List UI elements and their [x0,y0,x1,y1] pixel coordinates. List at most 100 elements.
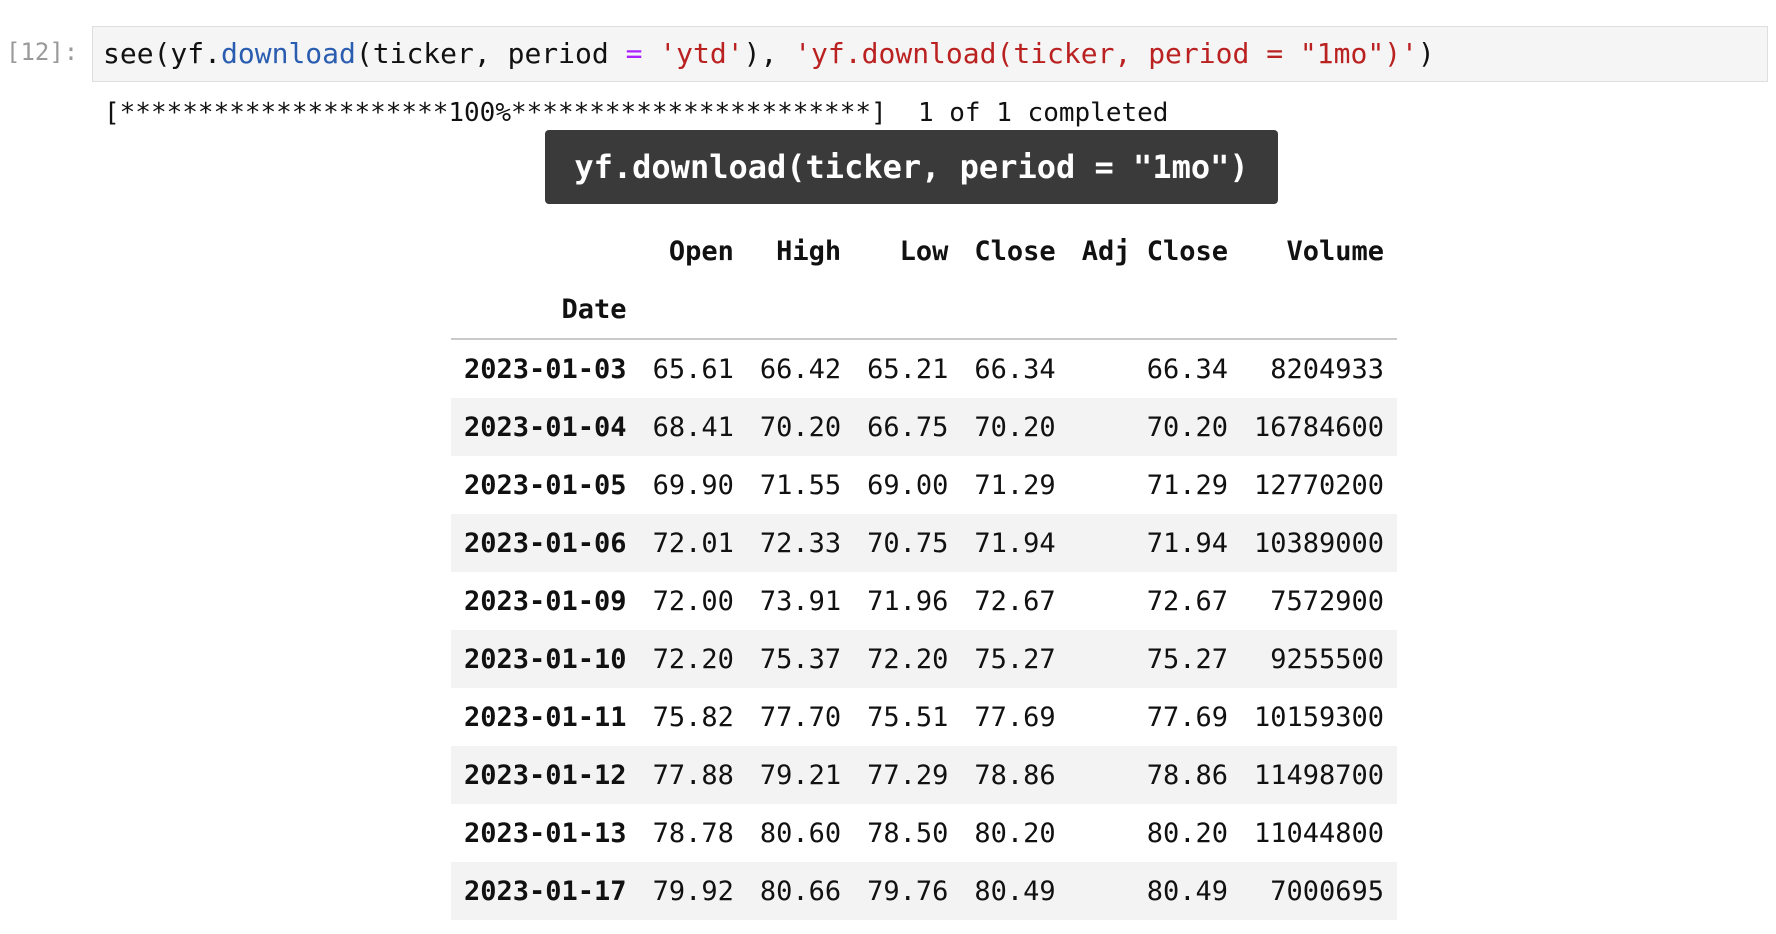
row-index-date: 2023-01-10 [464,643,627,675]
row-index-date: 2023-01-11 [464,701,627,733]
code-token: 'yf.download(ticker, period = "1mo")' [794,37,1418,70]
table-row: 2023-01-03 65.61 66.42 65.21 66.34 66.34 82049… [451,339,1397,398]
column-header: Low [899,235,949,267]
table-cell: 70.20 [759,411,842,443]
table-cell: 71.29 [1146,469,1228,501]
table-cell: 73.91 [759,585,842,617]
table-cell: 68.41 [652,411,734,443]
table-cell: 78.78 [652,817,734,849]
table-cell: 65.21 [867,353,949,385]
table-row: 2023-01-12 77.88 79.21 77.29 78.86 78.86 11498… [451,746,1398,804]
column-header-row: Open High Low Close Adj Close Volume [451,222,1397,280]
code-token: see(yf. [103,37,222,70]
table-cell: 7572900 [1270,585,1385,617]
table-cell: 72.01 [652,527,734,559]
table-cell: 71.94 [1146,527,1228,559]
table-cell: 75.27 [974,643,1056,675]
table-row: 2023-01-13 78.78 80.60 78.50 80.20 80.20 11044… [451,804,1397,862]
table-body: 2023-01-03 65.61 66.42 65.21 66.34 66.34 82049… [451,339,1398,920]
table-cell: 11498700 [1254,759,1385,791]
index-row-blank-cell [854,280,962,340]
index-name-row: Date [451,280,1398,340]
table-cell: 69.90 [652,469,734,501]
table-row: 2023-01-10 72.20 75.37 72.20 75.27 75.27 92555… [451,630,1398,688]
table-cell: 10389000 [1254,527,1385,559]
row-index-date: 2023-01-03 [464,353,627,385]
table-cell: 75.82 [652,701,734,733]
code-token: (ticker, period [355,37,626,70]
row-index-date: 2023-01-13 [464,817,627,849]
table-cell: 79.76 [867,875,949,907]
code-token: download [221,37,356,70]
corner-header-cell [451,222,640,280]
progress-output: [*********************100%**************… [104,98,1169,128]
table-row: 2023-01-05 69.90 71.55 69.00 71.29 71.29 12770… [451,456,1397,514]
table-cell: 72.00 [652,585,734,617]
table-cell: 71.29 [974,469,1056,501]
column-header: Volume [1286,235,1385,267]
table-cell: 69.00 [867,469,949,501]
table-cell: 72.20 [867,643,949,675]
code-input-area[interactable]: see(yf.download(ticker, period = 'ytd'),… [92,26,1768,82]
table-cell: 10159300 [1254,701,1385,733]
table-cell: 77.69 [1146,701,1228,733]
table-cell: 71.94 [974,527,1056,559]
table-cell: 9255500 [1270,643,1385,675]
row-index-date: 2023-01-04 [464,411,627,443]
dataframe-table: Open High Low Close Adj Close Volume Date 202… [451,222,1398,920]
table-cell: 72.67 [1146,585,1228,617]
row-index-date: 2023-01-09 [464,585,627,617]
table-cell: 66.34 [974,353,1056,385]
table-cell: 70.20 [974,411,1056,443]
table-row: 2023-01-11 75.82 77.70 75.51 77.69 77.69 10159… [451,688,1397,746]
table-cell: 66.42 [759,353,842,385]
index-row-blank-cell [1068,280,1241,340]
table-cell: 79.92 [652,875,734,907]
table-cell: 77.88 [652,759,734,791]
table-cell: 72.67 [974,585,1056,617]
table-cell: 80.49 [974,875,1056,907]
table-cell: 12770200 [1254,469,1385,501]
column-header: Adj Close [1081,235,1228,267]
table-cell: 77.70 [759,701,842,733]
table-cell: 75.27 [1146,643,1228,675]
code-line[interactable]: see(yf.download(ticker, period = 'ytd'),… [103,36,1435,72]
table-cell: 71.55 [759,469,842,501]
notebook-cell: [12]: see(yf.download(ticker, period = '… [0,0,1776,934]
code-token: ), [743,37,795,70]
table-cell: 78.86 [1146,759,1228,791]
table-cell: 11044800 [1254,817,1385,849]
code-token: ) [1417,37,1435,70]
column-header: Close [974,235,1056,267]
table-row: 2023-01-04 68.41 70.20 66.75 70.20 70.20 16784… [451,398,1398,456]
row-index-date: 2023-01-12 [464,759,627,791]
row-index-date: 2023-01-06 [464,527,627,559]
table-row: 2023-01-09 72.00 73.91 71.96 72.67 72.67 75729… [451,572,1397,630]
table-row: 2023-01-17 79.92 80.66 79.76 80.49 80.49 70006… [451,862,1398,920]
output-title: yf.download(ticker, period = "1mo") [574,148,1249,186]
table-cell: 8204933 [1270,353,1385,385]
code-token: 'ytd' [659,37,744,70]
column-header: Open [668,235,734,267]
table-cell: 79.21 [759,759,842,791]
column-header: High [776,235,842,267]
table-cell: 80.49 [1146,875,1228,907]
table-cell: 7000695 [1270,875,1385,907]
table-cell: 80.20 [1146,817,1228,849]
table-cell: 80.60 [759,817,842,849]
index-row-blank-cell [1241,280,1398,340]
table-cell: 72.20 [652,643,734,675]
table-cell: 80.20 [974,817,1056,849]
table-cell: 70.20 [1146,411,1228,443]
table-cell: 80.66 [759,875,842,907]
table-cell: 66.34 [1146,353,1228,385]
row-index-date: 2023-01-17 [464,875,627,907]
index-row-blank-cell [961,280,1069,340]
table-cell: 77.69 [974,701,1056,733]
table-cell: 65.61 [652,353,734,385]
table-cell: 72.33 [759,527,842,559]
index-name-header: Date [451,280,640,340]
table-cell: 75.51 [867,701,949,733]
table-cell: 78.50 [867,817,949,849]
